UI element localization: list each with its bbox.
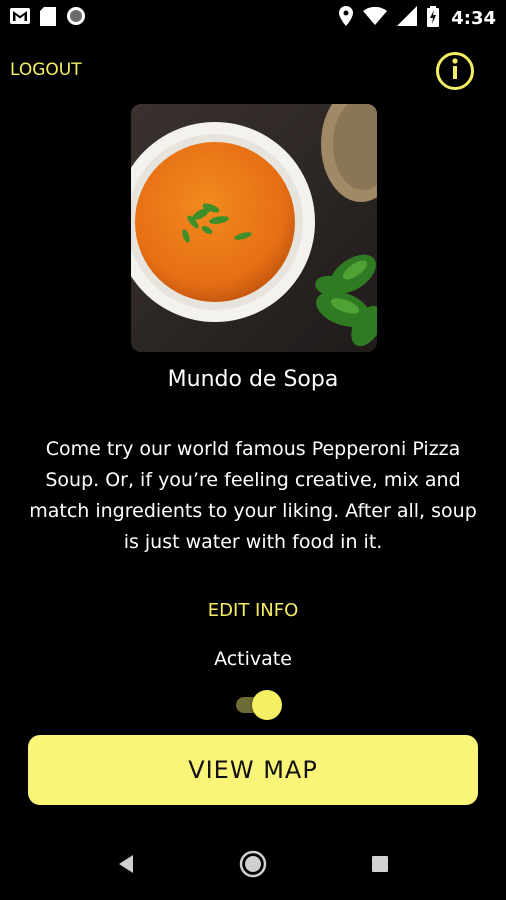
signal-icon — [397, 6, 418, 30]
status-bar-left — [10, 6, 86, 30]
gmail-icon — [10, 8, 30, 28]
location-icon — [339, 6, 354, 30]
back-icon — [117, 854, 135, 878]
status-bar: 4:34 — [0, 0, 506, 36]
back-button[interactable] — [110, 850, 142, 882]
status-bar-right: 4:34 — [339, 5, 496, 31]
sd-card-icon — [40, 6, 56, 30]
home-button[interactable] — [237, 850, 269, 882]
navigation-bar — [0, 832, 506, 900]
toggle-knob — [252, 690, 282, 720]
battery-charging-icon — [427, 5, 440, 31]
activate-toggle[interactable] — [236, 690, 282, 720]
status-time: 4:34 — [451, 7, 496, 29]
view-map-button[interactable]: VIEW MAP — [28, 735, 478, 805]
recents-icon — [371, 855, 389, 877]
wifi-icon — [363, 6, 388, 29]
recents-button[interactable] — [364, 850, 396, 882]
activate-label: Activate — [214, 648, 292, 670]
restaurant-name: Mundo de Sopa — [167, 367, 339, 392]
home-icon — [239, 850, 267, 882]
info-button[interactable] — [436, 52, 474, 90]
restaurant-description: Come try our world famous Pepperoni Pizz… — [29, 438, 477, 553]
restaurant-photo — [131, 104, 377, 352]
info-icon — [448, 57, 462, 85]
sync-icon — [66, 6, 86, 30]
logout-button[interactable]: LOGOUT — [10, 60, 82, 80]
edit-info-button[interactable]: EDIT INFO — [0, 600, 506, 621]
